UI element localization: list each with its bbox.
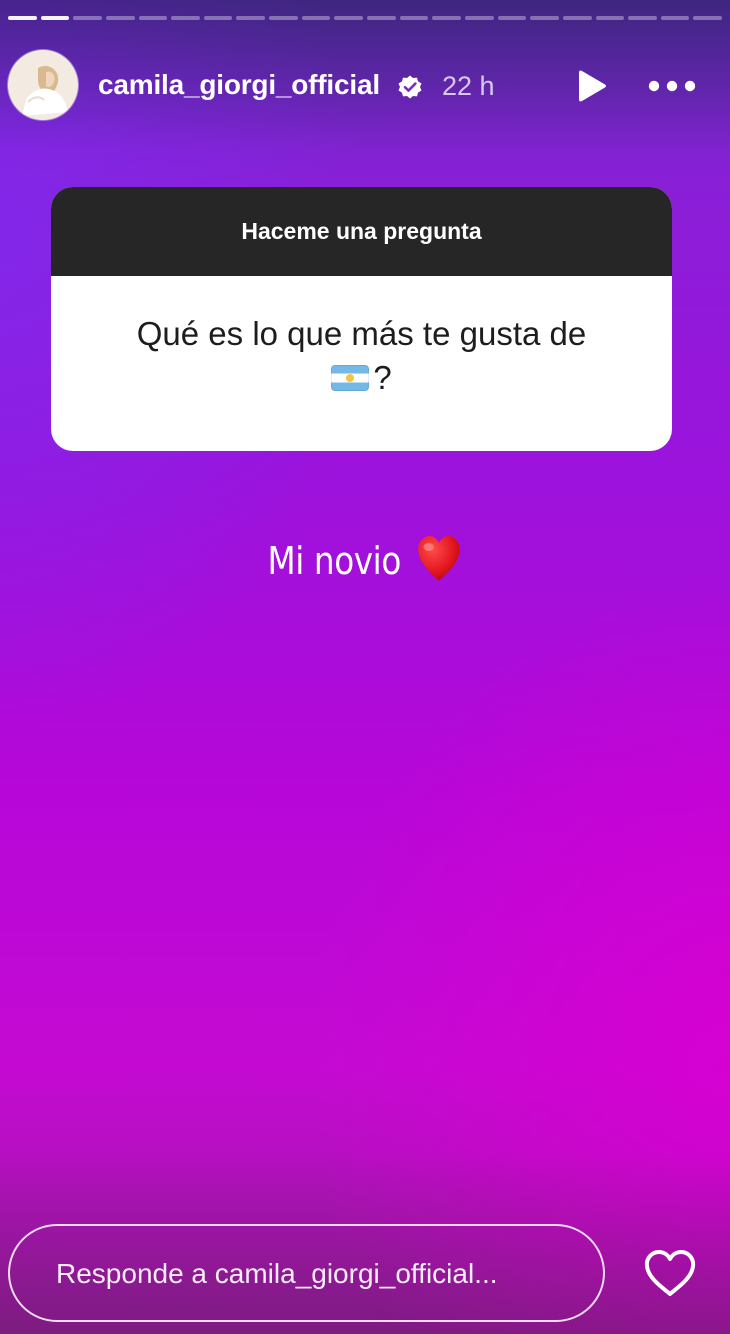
verified-badge-icon [398,75,422,99]
progress-segment [367,16,396,20]
progress-segment [595,16,625,20]
progress-segment [269,16,298,20]
progress-segment [530,16,559,20]
play-button[interactable] [572,66,612,106]
progress-segment [8,16,37,20]
progress-segment [497,16,527,20]
progress-segment [660,16,690,20]
reply-placeholder: Responde a camila_giorgi_official... [56,1258,498,1289]
progress-segment [171,16,200,20]
question-text: Qué es lo que más te gusta de [136,315,587,352]
answer-text: Mi novio [51,534,679,584]
progress-segment [693,16,723,20]
question-mark: ? [373,359,392,396]
question-text-line2: ? [51,356,672,400]
progress-segment [432,16,461,20]
progress-segment [73,16,102,20]
reply-input[interactable]: Responde a camila_giorgi_official... [8,1224,605,1322]
question-sticker-body: Qué es lo que más te gusta de ? [51,276,672,451]
username[interactable]: camila_giorgi_official [98,69,380,101]
progress-segment [628,16,657,20]
story-timestamp: 22 h [442,71,495,101]
question-sticker[interactable]: Haceme una pregunta Qué es lo que más te… [51,187,672,451]
progress-segment [399,16,429,20]
red-heart-emoji [418,536,460,581]
play-icon [579,70,606,102]
story-progress-bar [8,16,723,21]
progress-segment [236,16,266,20]
more-horizontal-icon [648,80,696,92]
progress-segment [562,16,592,20]
heart-outline-icon [644,1250,696,1296]
avatar[interactable] [8,50,78,120]
progress-segment [105,16,135,20]
more-options-button[interactable] [644,66,700,106]
progress-segment [40,16,70,20]
progress-segment [301,16,331,20]
answer-label: Mi novio [267,539,402,583]
progress-segment [203,16,233,20]
avatar-photo [8,50,78,120]
story-viewer[interactable]: camila_giorgi_official 22 h Haceme una p… [0,0,730,1334]
like-button[interactable] [642,1248,698,1300]
argentina-flag-emoji [331,365,370,391]
progress-segment [334,16,364,20]
story-header: camila_giorgi_official 22 h [8,50,722,122]
progress-segment [138,16,168,20]
question-sticker-title: Haceme una pregunta [51,187,672,276]
progress-segment [464,16,494,20]
